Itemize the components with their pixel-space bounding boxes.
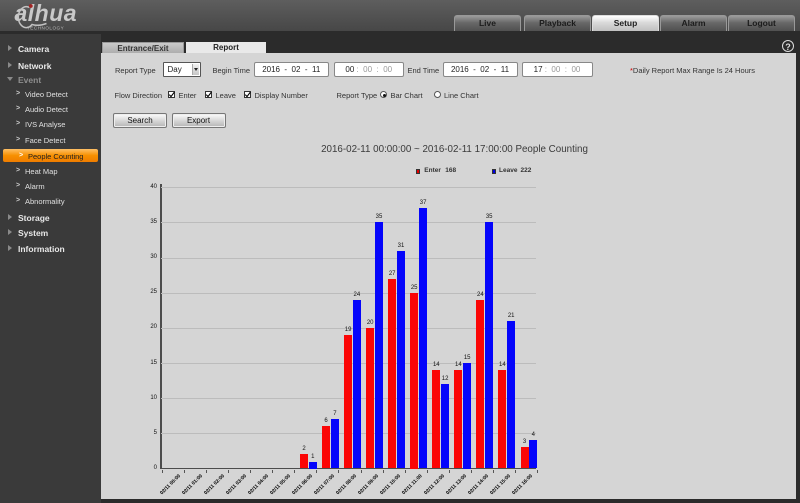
svg-text:alhua: alhua <box>15 0 78 26</box>
svg-text:TECHNOLOGY: TECHNOLOGY <box>27 25 64 30</box>
